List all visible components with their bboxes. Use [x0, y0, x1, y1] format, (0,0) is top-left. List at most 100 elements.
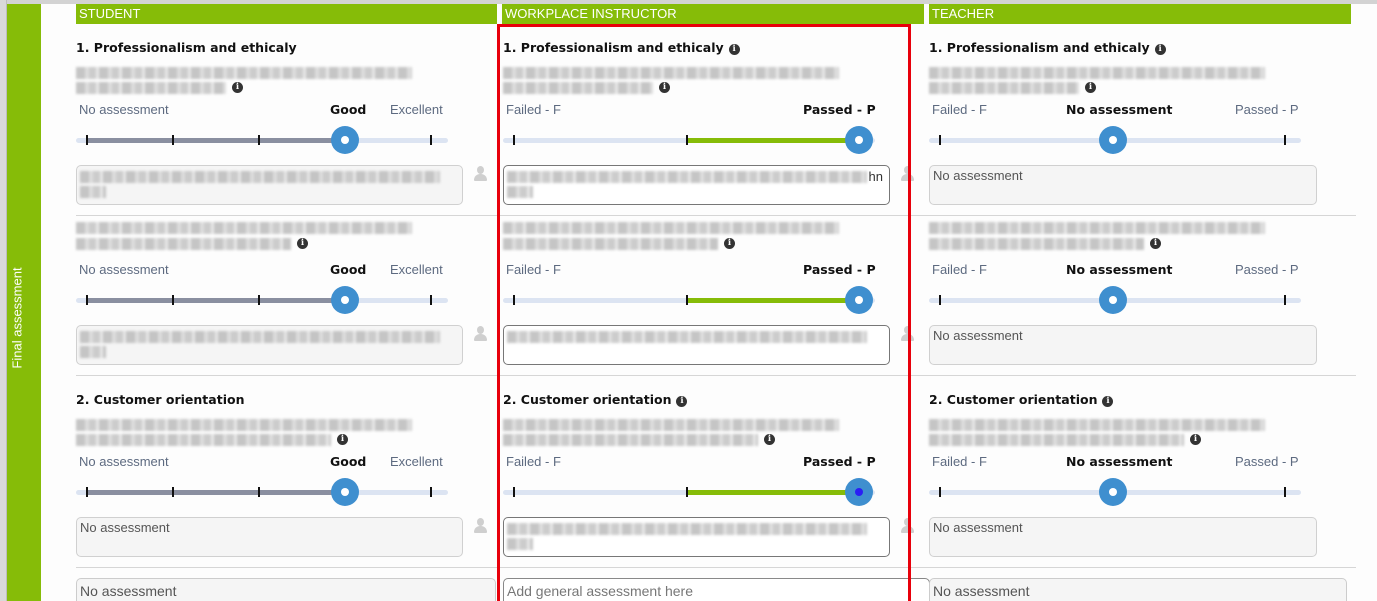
criterion-description-blurred	[503, 82, 653, 94]
scale-label-selected: No assessment	[1066, 454, 1173, 469]
slider-handle[interactable]	[845, 126, 873, 154]
info-icon[interactable]: i	[659, 82, 670, 93]
student-assessment-slider[interactable]	[76, 125, 448, 155]
scale-label-selected: Good	[330, 102, 367, 117]
slider-handle[interactable]	[845, 286, 873, 314]
criterion-title-text: 1. Professionalism and ethicaly	[503, 40, 724, 55]
row-divider	[503, 215, 930, 216]
slider-fill	[686, 138, 859, 143]
user-icon	[473, 518, 487, 534]
slider-handle[interactable]	[1098, 478, 1127, 506]
student-comment-box	[76, 325, 463, 365]
student-criterion-title: 2. Customer orientation	[76, 392, 244, 407]
student-assessment-slider[interactable]	[76, 477, 448, 507]
slider-handle[interactable]	[331, 126, 359, 154]
slider-tick	[513, 135, 515, 145]
scale-label-failed: Failed - F	[932, 454, 987, 469]
scale-label-excellent: Excellent	[390, 102, 443, 117]
row-divider	[929, 375, 1356, 376]
slider-handle[interactable]	[845, 478, 873, 506]
info-icon[interactable]: i	[1150, 238, 1161, 249]
slider-tick	[430, 135, 432, 145]
slider-handle[interactable]	[1098, 126, 1127, 154]
scale-label-selected: Passed - P	[803, 454, 876, 469]
comment-text-blurred	[507, 523, 867, 535]
teacher-general-assessment-text: No assessment	[933, 583, 1030, 599]
info-icon[interactable]: i	[724, 238, 735, 249]
scale-label-selected: Passed - P	[803, 102, 876, 117]
teacher-assessment-slider[interactable]	[929, 125, 1301, 155]
scale-label-failed: Failed - F	[932, 262, 987, 277]
info-icon[interactable]: i	[337, 434, 348, 445]
info-icon[interactable]: i	[297, 238, 308, 249]
row-divider	[76, 215, 503, 216]
scale-label-no-assessment: No assessment	[79, 454, 169, 469]
slider-tick	[1284, 487, 1286, 497]
info-icon[interactable]: i	[1154, 44, 1166, 55]
criterion-description-blurred	[76, 222, 412, 234]
column-header-teacher: TEACHER	[929, 4, 1351, 24]
slider-tick	[86, 487, 88, 497]
slider-tick	[685, 295, 688, 305]
instructor-general-assessment[interactable]	[503, 578, 930, 601]
instructor-assessment-slider[interactable]	[503, 285, 875, 315]
student-assessment-slider[interactable]	[76, 285, 448, 315]
row-divider	[503, 375, 930, 376]
criterion-description-blurred	[76, 238, 291, 250]
slider-fill	[686, 490, 859, 495]
instructor-comment-box[interactable]: hn	[503, 165, 890, 205]
slider-tick	[939, 295, 941, 305]
criterion-description-blurred	[503, 222, 839, 234]
scale-label-passed: Passed - P	[1235, 102, 1299, 117]
instructor-assessment-slider[interactable]	[503, 125, 875, 155]
instructor-comment-box[interactable]	[503, 517, 890, 557]
slider-tick	[172, 135, 174, 145]
comment-text-blurred	[80, 171, 440, 183]
instructor-general-assessment-input[interactable]	[507, 583, 926, 599]
slider-handle[interactable]	[331, 286, 359, 314]
scale-label-no-assessment: No assessment	[79, 262, 169, 277]
scale-label-failed: Failed - F	[506, 454, 561, 469]
user-icon	[473, 166, 487, 182]
instructor-assessment-slider[interactable]	[503, 477, 875, 507]
scale-label-excellent: Excellent	[390, 454, 443, 469]
info-icon[interactable]: i	[728, 44, 740, 55]
slider-tick	[430, 487, 432, 497]
slider-handle[interactable]	[1098, 286, 1127, 314]
slider-tick	[86, 135, 88, 145]
info-icon[interactable]: i	[232, 82, 243, 93]
scale-label-selected: No assessment	[1066, 262, 1173, 277]
scale-label-failed: Failed - F	[506, 102, 561, 117]
scale-label-selected: Good	[330, 262, 367, 277]
slider-tick	[258, 135, 260, 145]
criterion-description-blurred	[503, 238, 718, 250]
criterion-description-blurred	[503, 419, 839, 431]
slider-tick	[258, 487, 260, 497]
student-comment-box: No assessment	[76, 517, 463, 557]
teacher-criterion-title: 2. Customer orientation i	[929, 392, 1114, 408]
info-icon[interactable]: i	[1085, 82, 1096, 93]
info-icon[interactable]: i	[764, 434, 775, 445]
student-criterion-title: 1. Professionalism and ethicaly	[76, 40, 297, 55]
scale-label-selected: Passed - P	[803, 262, 876, 277]
instructor-comment-box[interactable]	[503, 325, 890, 365]
row-divider	[76, 375, 503, 376]
teacher-comment-box: No assessment	[929, 325, 1317, 365]
info-icon[interactable]: i	[1102, 396, 1114, 407]
comment-text: No assessment	[933, 328, 1023, 343]
criterion-description-blurred	[76, 419, 412, 431]
slider-tick	[685, 135, 688, 145]
criterion-description-blurred	[929, 222, 1265, 234]
user-icon	[473, 326, 487, 342]
teacher-assessment-slider[interactable]	[929, 285, 1301, 315]
info-icon[interactable]: i	[676, 396, 688, 407]
info-icon[interactable]: i	[1190, 434, 1201, 445]
slider-tick	[685, 487, 688, 497]
slider-tick	[1284, 295, 1286, 305]
criterion-description-blurred	[503, 67, 839, 79]
comment-text-blurred	[507, 186, 533, 198]
teacher-comment-box: No assessment	[929, 165, 1317, 205]
comment-text: No assessment	[933, 168, 1023, 183]
slider-handle[interactable]	[331, 478, 359, 506]
teacher-assessment-slider[interactable]	[929, 477, 1301, 507]
